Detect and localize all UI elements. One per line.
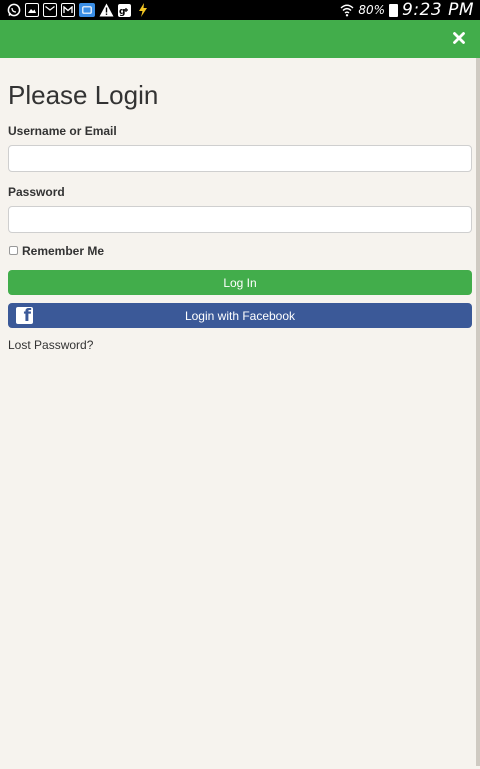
notification-icons: g <box>6 3 150 18</box>
battery-icon <box>389 3 398 17</box>
remember-me-row[interactable]: Remember Me <box>8 243 472 258</box>
svg-text:g: g <box>119 7 125 16</box>
system-status: 80% 9:23 PM <box>339 0 474 20</box>
warning-icon <box>99 3 114 18</box>
wifi-icon <box>339 3 354 18</box>
remember-me-label[interactable]: Remember Me <box>22 244 104 258</box>
login-button-label: Log In <box>223 275 257 290</box>
image-icon <box>25 3 39 17</box>
username-input[interactable] <box>8 145 472 172</box>
username-label: Username or Email <box>8 124 117 138</box>
facebook-button-label: Login with Facebook <box>184 308 296 323</box>
header-bar <box>0 20 480 58</box>
password-label: Password <box>8 185 65 199</box>
whatsapp-icon <box>6 3 21 18</box>
close-icon <box>453 32 465 44</box>
screen-icon <box>79 3 95 17</box>
email-icon <box>43 3 57 17</box>
battery-percent: 80% <box>358 3 385 17</box>
login-form: Please Login Username or Email Password … <box>8 58 472 354</box>
gmail-icon <box>61 3 75 17</box>
remember-me-checkbox[interactable] <box>9 246 18 255</box>
close-button[interactable] <box>448 27 470 49</box>
page-title: Please Login <box>8 80 159 110</box>
facebook-login-button[interactable]: f Login with Facebook <box>8 303 472 328</box>
scrollbar[interactable] <box>476 58 480 766</box>
status-bar: g 80% 9:23 PM <box>0 0 480 20</box>
password-input[interactable] <box>8 206 472 233</box>
bolt-icon <box>135 3 150 18</box>
clock: 9:23 PM <box>402 0 474 20</box>
lost-password-link[interactable]: Lost Password? <box>8 338 93 353</box>
google-plus-icon: g <box>118 3 131 17</box>
facebook-icon: f <box>16 307 33 324</box>
login-button[interactable]: Log In <box>8 270 472 295</box>
